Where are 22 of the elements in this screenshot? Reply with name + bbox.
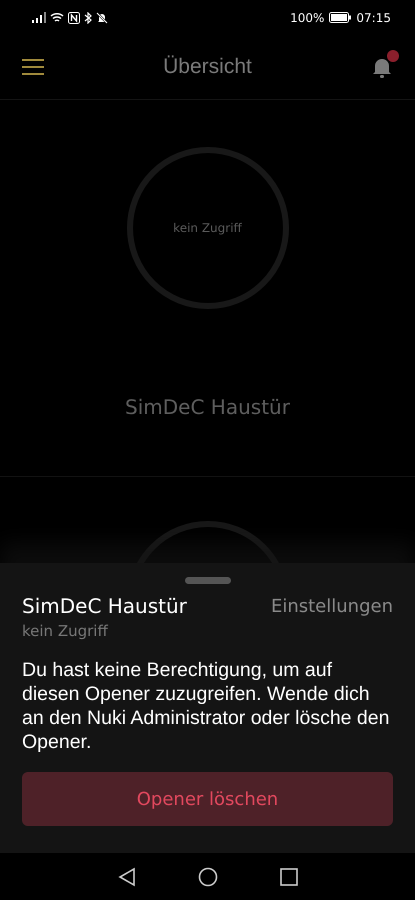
delete-opener-button[interactable]: Opener löschen: [22, 772, 393, 826]
sheet-title: SimDeC Haustür: [22, 594, 187, 618]
back-icon[interactable]: [118, 866, 136, 886]
signal-icon: [32, 12, 46, 23]
battery-icon: [329, 12, 352, 23]
home-icon[interactable]: [198, 866, 218, 886]
bluetooth-icon: [84, 12, 92, 24]
recents-icon[interactable]: [280, 868, 298, 886]
lock-ring[interactable]: kein Zugriff: [126, 147, 288, 309]
muted-bell-icon: [96, 12, 108, 24]
settings-link[interactable]: Einstellungen: [270, 596, 393, 617]
drag-handle[interactable]: [184, 577, 230, 584]
screen-title: Übersicht: [163, 55, 252, 79]
device-card[interactable]: kein Zugriff SimDeC Haustür: [0, 100, 415, 477]
nfc-icon: [68, 12, 80, 24]
ring-status: kein Zugriff: [173, 221, 242, 235]
permission-message: Du hast keine Berechtigung, um auf diesen Opener zuzugreifen. Wende dich an den Nuki Administrator oder lösche den Opener.: [22, 658, 390, 754]
device-name: SimDeC Haustür: [125, 395, 290, 419]
battery-percentage: 100%: [290, 10, 324, 24]
clock-time: 07:15: [356, 10, 391, 24]
access-status: kein Zugriff: [22, 622, 110, 640]
wifi-icon: [50, 12, 64, 23]
